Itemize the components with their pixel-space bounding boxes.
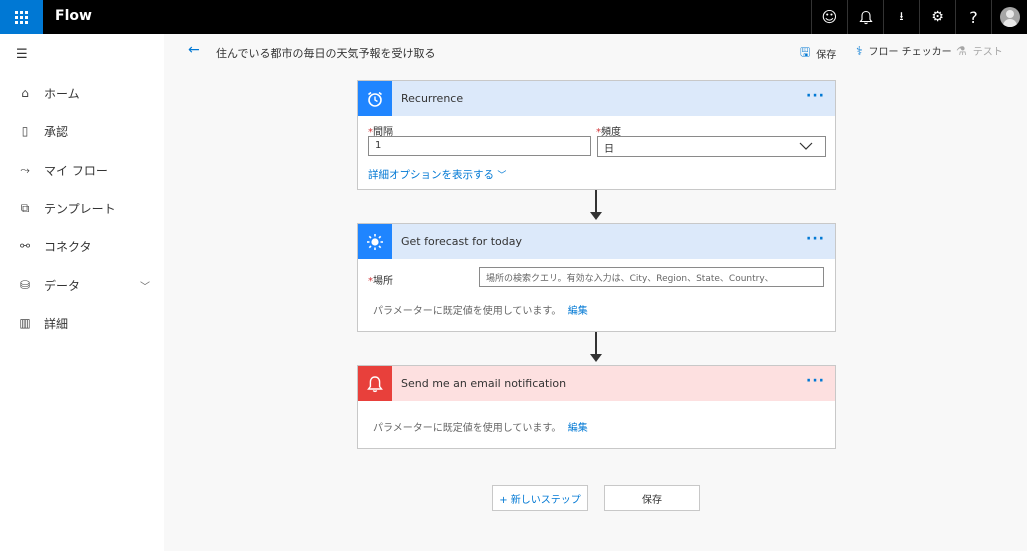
show-advanced-options-link[interactable]: 詳細オプションを表示する ﹀ — [368, 167, 506, 182]
help-icon: ? — [969, 7, 978, 27]
app-title[interactable]: Flow — [55, 8, 92, 24]
download-icon: ⭳ — [899, 8, 904, 23]
sidebar-item-learn-more[interactable]: ▥ 詳細 — [0, 308, 164, 338]
waffle-icon — [15, 10, 28, 24]
sidebar-item-label: マイ フロー — [44, 163, 108, 178]
test-button-label: テスト — [972, 47, 1003, 58]
chevron-down-icon: ﹀ — [497, 171, 507, 181]
sidebar-item-label: データ — [44, 278, 81, 293]
notifications-button[interactable] — [847, 0, 883, 34]
save-flow-button[interactable]: 保存 — [604, 485, 700, 511]
avatar — [999, 7, 1020, 27]
left-nav: ☰ ⌂ ホーム ▯ 承認 ⤳ マイ フロー ⧉ テンプレート ⚯ コネクタ ⛁ … — [0, 34, 164, 551]
save-button-label: 保存 — [816, 50, 837, 61]
email-notification-card: Send me an email notification ··· パラメーター… — [357, 365, 836, 449]
location-input[interactable]: 場所の検索クエリ。有効な入力は、City、Region、State、Countr… — [479, 267, 824, 287]
new-step-button[interactable]: + 新しいステップ — [492, 485, 588, 511]
arrow-down-icon — [590, 212, 602, 220]
back-arrow-icon[interactable]: ← — [188, 42, 200, 58]
recurrence-card-title: Recurrence — [401, 92, 464, 105]
flow-name: 住んでいる都市の毎日の天気予報を受け取る — [216, 47, 436, 60]
sidebar-item-label: 承認 — [44, 124, 69, 139]
sidebar-item-label: テンプレート — [44, 201, 116, 216]
home-icon: ⌂ — [21, 86, 29, 100]
approval-icon: ▯ — [21, 124, 29, 138]
stethoscope-icon: ⚕ — [856, 43, 863, 58]
bell-icon — [358, 366, 392, 401]
account-button[interactable] — [991, 0, 1027, 34]
interval-input[interactable]: 1 — [368, 136, 591, 156]
more-options-icon[interactable]: ··· — [806, 374, 825, 388]
sidebar-item-label: コネクタ — [44, 239, 92, 254]
sidebar-item-home[interactable]: ⌂ ホーム — [0, 78, 164, 108]
forecast-card-title: Get forecast for today — [401, 235, 522, 248]
download-button[interactable]: ⭳ — [883, 0, 919, 34]
edit-link[interactable]: 編集 — [568, 306, 588, 317]
edit-link[interactable]: 編集 — [568, 423, 588, 434]
book-icon: ▥ — [19, 316, 31, 330]
settings-button[interactable]: ⚙ — [919, 0, 955, 34]
smiley-icon: ☺ — [821, 8, 838, 26]
recurrence-card: Recurrence ··· *間隔 1 *頻度 日 詳細オプションを表示する … — [357, 80, 836, 190]
email-card-header[interactable]: Send me an email notification ··· — [358, 366, 835, 401]
sidebar-item-label: 詳細 — [44, 316, 69, 331]
default-values-note: パラメーターに既定値を使用しています。 編集 — [373, 306, 588, 317]
flow-icon: ⤳ — [20, 162, 30, 177]
help-button[interactable]: ? — [955, 0, 991, 34]
database-icon: ⛁ — [19, 278, 31, 292]
save-button[interactable]: 🖫 保存 — [800, 43, 836, 64]
save-icon: 🖫 — [800, 45, 811, 59]
flask-icon: ⚗ — [956, 43, 967, 58]
app-launcher-button[interactable] — [0, 0, 43, 34]
sidebar-item-approvals[interactable]: ▯ 承認 — [0, 116, 164, 146]
sidebar-item-templates[interactable]: ⧉ テンプレート — [0, 193, 164, 223]
gear-icon: ⚙ — [931, 9, 944, 25]
more-options-icon[interactable]: ··· — [806, 89, 825, 103]
hamburger-menu-icon[interactable]: ☰ — [16, 47, 28, 62]
chevron-down-icon: ﹀ — [140, 281, 150, 293]
connector-icon: ⚯ — [19, 239, 31, 253]
command-bar: ← 住んでいる都市の毎日の天気予報を受け取る 🖫 保存 ⚕ フロー チェッカー … — [164, 34, 1027, 68]
sidebar-item-label: ホーム — [44, 86, 80, 101]
email-card-title: Send me an email notification — [401, 377, 567, 390]
sun-icon — [358, 224, 392, 259]
flow-checker-button[interactable]: ⚕ フロー チェッカー — [856, 43, 952, 59]
top-bar-actions: ☺ ⭳ ⚙ ? — [811, 0, 1027, 34]
arrow-down-icon — [590, 354, 602, 362]
forecast-card-header[interactable]: Get forecast for today ··· — [358, 224, 835, 259]
frequency-value: 日 — [604, 144, 614, 155]
forecast-card: Get forecast for today ··· *場所 場所の検索クエリ。… — [357, 223, 836, 332]
sidebar-item-data[interactable]: ⛁ データ ﹀ — [0, 270, 164, 300]
sidebar-item-connectors[interactable]: ⚯ コネクタ — [0, 231, 164, 261]
more-options-icon[interactable]: ··· — [806, 232, 825, 246]
top-bar: Flow ☺ ⭳ ⚙ ? — [0, 0, 1027, 34]
recurrence-alarm-clock-icon — [358, 81, 392, 116]
chevron-down-icon — [799, 142, 813, 150]
feedback-button[interactable]: ☺ — [811, 0, 847, 34]
default-values-note: パラメーターに既定値を使用しています。 編集 — [373, 423, 588, 434]
sidebar-item-my-flows[interactable]: ⤳ マイ フロー — [0, 155, 164, 185]
test-button[interactable]: ⚗ テスト — [956, 43, 1003, 59]
location-label: *場所 — [368, 276, 393, 287]
bell-icon — [858, 10, 873, 24]
flow-checker-label: フロー チェッカー — [868, 47, 952, 58]
frequency-dropdown[interactable]: 日 — [597, 136, 826, 157]
template-icon: ⧉ — [20, 200, 30, 215]
recurrence-card-header[interactable]: Recurrence ··· — [358, 81, 835, 116]
